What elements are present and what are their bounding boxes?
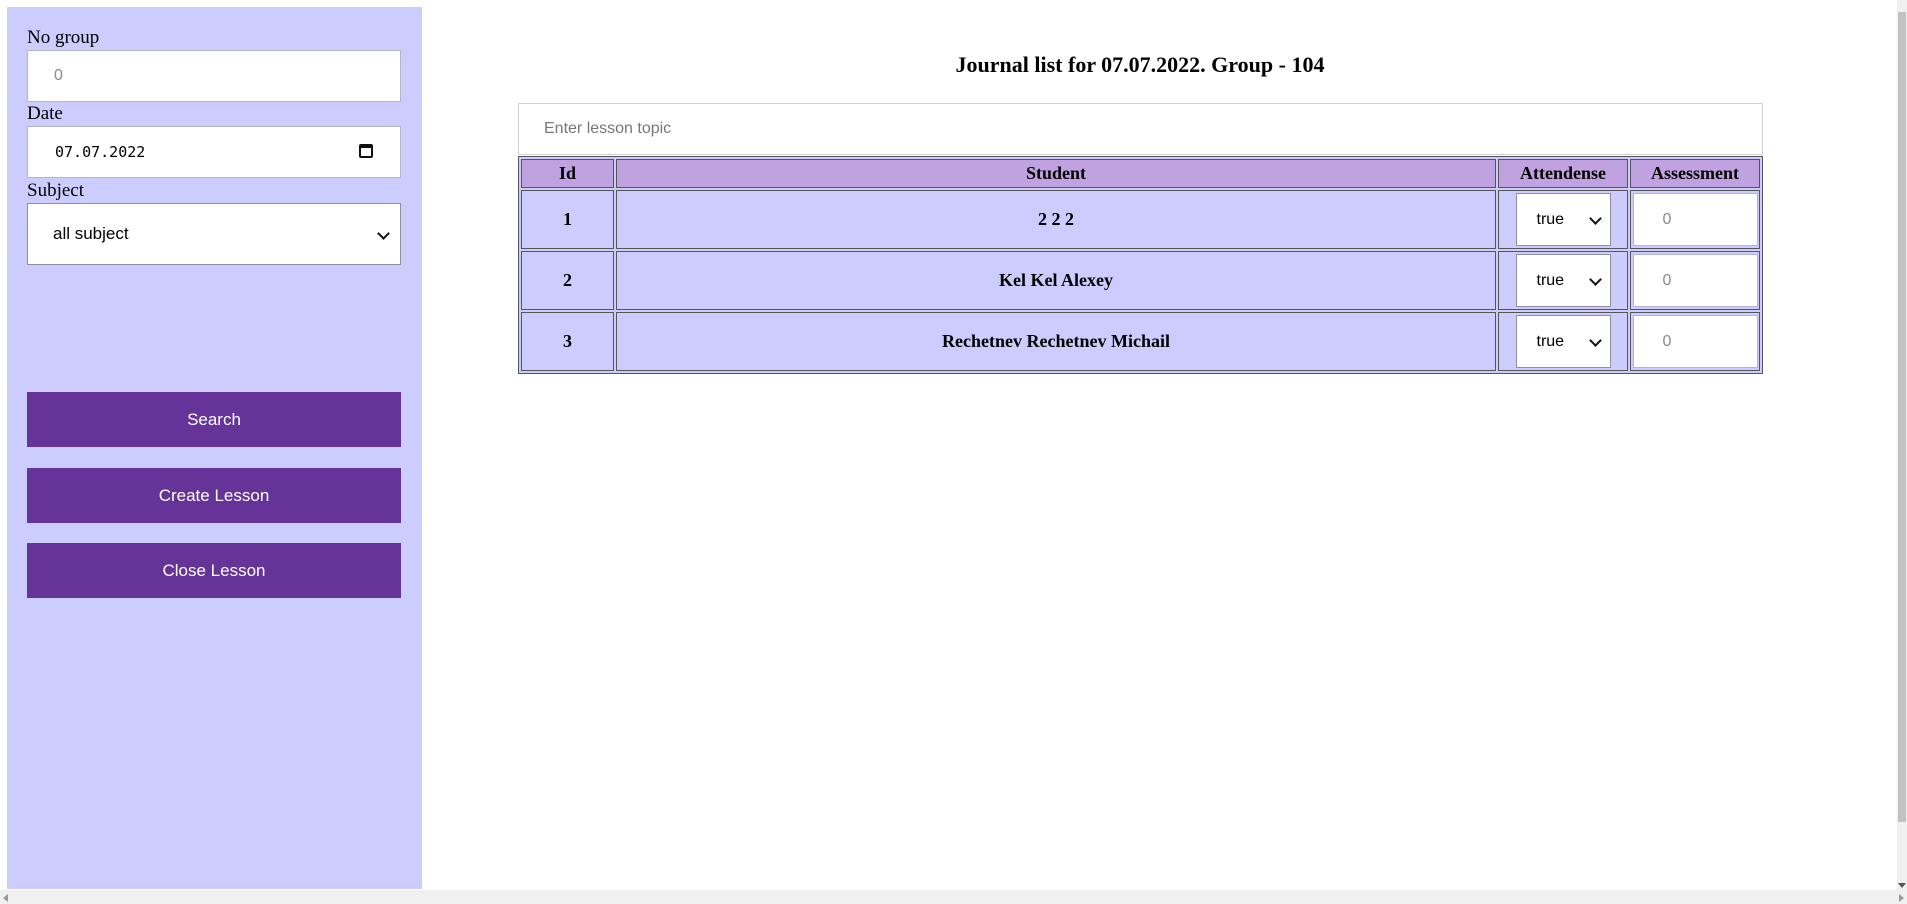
date-input[interactable]: 07.07.2022 — [27, 126, 401, 178]
attendance-value: true — [1536, 332, 1565, 350]
scrollbar-thumb[interactable] — [1898, 12, 1906, 822]
chevron-down-icon — [1588, 212, 1602, 225]
header-student: Student — [616, 159, 1496, 188]
row-student: 2 2 2 — [616, 190, 1496, 249]
assessment-cell: 0 — [1630, 190, 1760, 249]
row-id: 1 — [521, 190, 614, 249]
assessment-input[interactable]: 0 — [1632, 254, 1758, 307]
attendance-value: true — [1536, 271, 1565, 289]
scroll-right-arrow-icon[interactable] — [1899, 894, 1904, 902]
group-label: No group — [27, 27, 100, 48]
subject-label: Subject — [27, 180, 84, 201]
assessment-input[interactable]: 0 — [1632, 315, 1758, 368]
table-row: 3 Rechetnev Rechetnev Michail true 0 — [521, 312, 1760, 371]
attendance-cell: true — [1498, 251, 1628, 310]
assessment-input[interactable]: 0 — [1632, 193, 1758, 246]
table-row: 2 Kel Kel Alexey true 0 — [521, 251, 1760, 310]
scroll-down-arrow-icon[interactable] — [1898, 883, 1906, 888]
attendance-select[interactable]: true — [1515, 193, 1611, 246]
scroll-left-arrow-icon[interactable] — [3, 894, 8, 902]
sidebar: No group Date 07.07.2022 Subject all sub… — [7, 7, 422, 889]
chevron-down-icon — [377, 227, 390, 240]
close-lesson-button[interactable]: Close Lesson — [27, 543, 401, 598]
attendance-value: true — [1536, 210, 1565, 228]
chevron-down-icon — [1588, 273, 1602, 286]
subject-value: all subject — [53, 224, 129, 243]
attendance-select[interactable]: true — [1515, 315, 1611, 368]
header-id: Id — [521, 159, 614, 188]
search-button[interactable]: Search — [27, 392, 401, 447]
vertical-scrollbar[interactable] — [1897, 0, 1907, 890]
attendance-cell: true — [1498, 190, 1628, 249]
row-student: Kel Kel Alexey — [616, 251, 1496, 310]
assessment-cell: 0 — [1630, 251, 1760, 310]
chevron-down-icon — [1588, 334, 1602, 347]
group-input[interactable] — [27, 50, 401, 102]
assessment-cell: 0 — [1630, 312, 1760, 371]
subject-select[interactable]: all subject — [27, 203, 401, 265]
table-header-row: Id Student Attendense Assessment — [521, 159, 1760, 188]
journal-table: Id Student Attendense Assessment 1 2 2 2… — [518, 156, 1763, 374]
table-row: 1 2 2 2 true 0 — [521, 190, 1760, 249]
row-student: Rechetnev Rechetnev Michail — [616, 312, 1496, 371]
calendar-icon[interactable] — [359, 144, 373, 158]
date-label: Date — [27, 103, 63, 124]
horizontal-scrollbar[interactable] — [0, 890, 1907, 904]
page-title: Journal list for 07.07.2022. Group - 104 — [955, 52, 1325, 77]
header-assessment: Assessment — [1630, 159, 1760, 188]
row-id: 3 — [521, 312, 614, 371]
attendance-select[interactable]: true — [1515, 254, 1611, 307]
create-lesson-button[interactable]: Create Lesson — [27, 468, 401, 523]
date-value: 07.07.2022 — [55, 143, 146, 161]
header-attendance: Attendense — [1498, 159, 1628, 188]
row-id: 2 — [521, 251, 614, 310]
lesson-topic-input[interactable] — [518, 103, 1763, 155]
attendance-cell: true — [1498, 312, 1628, 371]
